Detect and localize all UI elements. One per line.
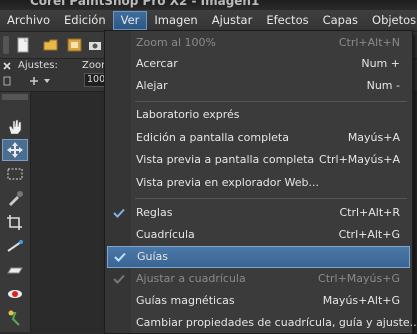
perspective-tool-icon[interactable]: [2, 259, 28, 281]
menu-ajustar[interactable]: Ajustar: [205, 11, 260, 30]
menu-item-shortcut: Mayús+A: [347, 131, 400, 144]
menu-item-label: Acercar: [136, 57, 178, 70]
menu-item-shortcut: Ctrl+Mayús+G: [318, 272, 400, 285]
menu-item-label: Vista previa a pantalla completa: [136, 153, 315, 166]
menu-item-vista-previa-pantalla-completa[interactable]: Vista previa a pantalla completa Ctrl+Ma…: [107, 150, 410, 171]
pan-tool-icon[interactable]: [2, 116, 28, 138]
ajustes-label: Ajustes:: [18, 60, 58, 71]
menu-item-zoom-100[interactable]: Zoom al 100% Ctrl+Alt+N: [107, 33, 410, 54]
menu-item-cuadricula[interactable]: Cuadrícula Ctrl+Alt+G: [107, 225, 410, 246]
zoom-input[interactable]: 100: [84, 73, 106, 87]
menu-item-label: Edición a pantalla completa: [136, 131, 289, 144]
menu-separator: [135, 101, 407, 102]
menu-item-shortcut: Num +: [361, 57, 400, 70]
menu-item-label: Ajustar a cuadrícula: [136, 272, 246, 285]
menu-item-shortcut: Mayús+Alt+G: [322, 294, 400, 307]
menu-item-alejar[interactable]: Alejar Num -: [107, 76, 410, 97]
menu-item-label: Cambiar propiedades de cuadrícula, guía …: [136, 316, 417, 329]
title-bar: Corel PaintShop Pro X2 - Imagen1: [0, 0, 417, 10]
menu-imagen[interactable]: Imagen: [147, 11, 204, 30]
menu-item-label: Laboratorio exprés: [136, 108, 240, 121]
ver-menu-dropdown: Zoom al 100% Ctrl+Alt+N Acercar Num + Al…: [104, 30, 417, 334]
menu-item-label: Alejar: [136, 79, 168, 92]
menu-item-edicion-pantalla-completa[interactable]: Edición a pantalla completa Mayús+A: [107, 128, 410, 149]
menu-item-ajustar-a-cuadricula[interactable]: Ajustar a cuadrícula Ctrl+Mayús+G: [107, 269, 410, 290]
makeover-tool-icon[interactable]: [2, 307, 28, 329]
menu-item-laboratorio-expres[interactable]: Laboratorio exprés: [107, 105, 410, 126]
menu-archivo[interactable]: Archivo: [0, 11, 57, 30]
menu-item-cambiar-propiedades[interactable]: Cambiar propiedades de cuadrícula, guía …: [107, 313, 417, 334]
menu-bar: Archivo Edición Ver Imagen Ajustar Efect…: [0, 10, 417, 32]
menu-item-shortcut: Ctrl+Mayús+A: [319, 153, 400, 166]
menu-item-reglas[interactable]: Reglas Ctrl+Alt+R: [107, 203, 410, 224]
menu-efectos[interactable]: Efectos: [259, 11, 315, 30]
palette-grip[interactable]: [2, 94, 28, 100]
open-folder-icon[interactable]: [42, 36, 60, 54]
menu-separator: [135, 198, 407, 199]
close-icon[interactable]: [2, 61, 12, 71]
menu-edicion[interactable]: Edición: [57, 11, 113, 30]
selection-tool-icon[interactable]: [2, 163, 28, 185]
checkmark-icon: [111, 272, 127, 286]
palette-dock-icon[interactable]: [2, 75, 12, 87]
move-tool-icon[interactable]: [2, 139, 28, 161]
menu-item-label: Guías: [137, 250, 169, 263]
window-title: Corel PaintShop Pro X2 - Imagen1: [30, 0, 260, 8]
checkmark-icon: [112, 250, 128, 264]
eyedropper-icon[interactable]: [2, 187, 28, 209]
red-eye-tool-icon[interactable]: [2, 283, 28, 305]
menu-item-label: Cuadrícula: [136, 228, 195, 241]
menu-ver[interactable]: Ver: [112, 11, 148, 30]
menu-item-guias[interactable]: Guías: [107, 246, 410, 268]
menu-capas[interactable]: Capas: [316, 11, 365, 30]
menu-item-shortcut: Num -: [366, 79, 400, 92]
menu-item-vista-previa-explorador[interactable]: Vista previa en explorador Web...: [107, 173, 410, 194]
menu-item-shortcut: Ctrl+Alt+G: [338, 228, 400, 241]
presets-dropdown[interactable]: [28, 74, 56, 88]
crop-tool-icon[interactable]: [2, 211, 28, 233]
menu-item-acercar[interactable]: Acercar Num +: [107, 54, 410, 75]
menu-item-shortcut: Ctrl+Alt+N: [338, 36, 400, 49]
menu-objetos[interactable]: Objetos: [365, 11, 417, 30]
straighten-tool-icon[interactable]: [2, 235, 28, 257]
menu-item-shortcut: Ctrl+Alt+R: [339, 206, 400, 219]
camera-icon[interactable]: [88, 36, 102, 54]
browse-icon[interactable]: [66, 36, 84, 54]
checkmark-icon: [111, 206, 127, 220]
menu-item-label: Zoom al 100%: [136, 36, 216, 49]
menu-item-label: Vista previa en explorador Web...: [136, 176, 320, 189]
menu-item-label: Guías magnéticas: [136, 294, 235, 307]
tools-palette: [0, 92, 31, 332]
menu-item-guias-magneticas[interactable]: Guías magnéticas Mayús+Alt+G: [107, 291, 410, 312]
new-file-icon[interactable]: [14, 36, 32, 54]
toolbar-grip[interactable]: [3, 36, 9, 54]
menu-item-label: Reglas: [136, 206, 173, 219]
